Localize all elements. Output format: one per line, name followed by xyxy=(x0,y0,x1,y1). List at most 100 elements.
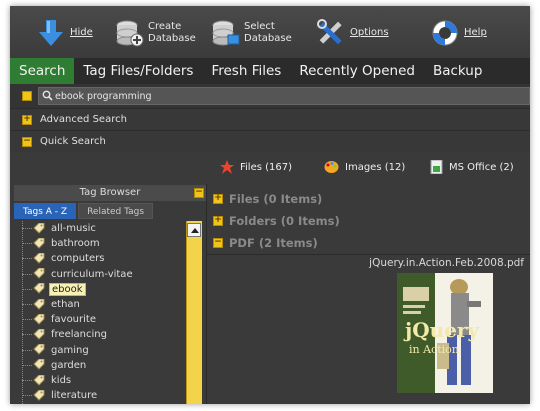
expand-icon[interactable]: + xyxy=(213,194,223,204)
expand-icon[interactable]: + xyxy=(22,115,32,125)
filter-ms-office-label: MS Office (2) xyxy=(449,161,514,173)
palette-icon xyxy=(324,161,339,173)
app-window: Hide Create Database Select Database Opt… xyxy=(10,6,530,404)
advanced-search-label: Advanced Search xyxy=(40,114,127,125)
filter-files[interactable]: Files (167) xyxy=(220,160,292,174)
tree-branch xyxy=(22,380,32,381)
book-cover-thumbnail[interactable]: jQuery in Action xyxy=(397,273,493,393)
cover-subtitle: in Action xyxy=(409,343,459,356)
filter-images-label: Images (12) xyxy=(345,161,406,173)
search-input[interactable] xyxy=(55,89,515,103)
tag-label: computers xyxy=(51,253,105,265)
tree-branch xyxy=(22,364,32,366)
tag-label: favourite xyxy=(51,314,96,326)
tag-item[interactable]: all-music xyxy=(14,221,98,236)
filter-ms-office[interactable]: MS Office (2) xyxy=(430,160,514,174)
tab-tag-files-folders[interactable]: Tag Files/Folders xyxy=(74,58,202,84)
filter-images[interactable]: Images (12) xyxy=(324,160,405,174)
group-folders-label: Folders (0 Items) xyxy=(229,214,340,228)
group-files-label: Files (0 Items) xyxy=(229,192,323,206)
tab-search[interactable]: Search xyxy=(10,58,75,84)
tag-item[interactable]: literature xyxy=(14,388,99,403)
hide-button[interactable]: Hide xyxy=(36,16,93,50)
scroll-up-button[interactable] xyxy=(187,223,201,237)
tag-label: freelancing xyxy=(51,329,107,341)
down-arrow-icon xyxy=(39,20,63,46)
select-database-label-2: Database xyxy=(244,33,292,44)
magnifier-icon xyxy=(42,90,53,101)
group-folders[interactable]: + Folders (0 Items) xyxy=(213,211,340,231)
tree-branch xyxy=(22,349,32,351)
cover-title: jQuery xyxy=(403,318,480,342)
tag-item[interactable]: favourite xyxy=(14,312,98,327)
search-box[interactable] xyxy=(38,87,530,105)
tree-branch xyxy=(22,243,32,245)
tree-branch xyxy=(22,395,32,397)
tag-icon xyxy=(33,252,45,264)
group-files[interactable]: + Files (0 Items) xyxy=(213,189,322,209)
create-database-button[interactable]: Create Database xyxy=(114,16,196,50)
tag-icon xyxy=(33,298,45,310)
tag-item[interactable]: ethan xyxy=(14,297,82,312)
options-label: Options xyxy=(350,27,389,38)
tag-icon xyxy=(33,283,45,295)
filter-files-label: Files (167) xyxy=(240,161,293,173)
tag-item[interactable]: computers xyxy=(14,251,106,266)
vertical-scrollbar[interactable] xyxy=(186,221,202,404)
select-database-label-1: Select xyxy=(244,21,275,32)
search-bar-row xyxy=(10,84,530,108)
tab-fresh-files[interactable]: Fresh Files xyxy=(202,58,290,84)
tag-label: ethan xyxy=(51,299,80,310)
tag-icon xyxy=(33,222,45,234)
tag-icon xyxy=(33,374,45,386)
collapse-icon[interactable]: − xyxy=(213,238,223,248)
quick-search-row[interactable]: − Quick Search xyxy=(10,130,530,152)
tag-tree: all-music bathroom computers curriculum-vit… xyxy=(14,221,180,404)
tree-branch xyxy=(22,288,32,290)
tree-branch xyxy=(22,319,32,321)
tag-item[interactable]: curriculum-vitae xyxy=(14,267,135,282)
tag-item[interactable]: garden xyxy=(14,358,88,373)
tag-item[interactable]: kids xyxy=(14,373,73,388)
tag-item[interactable]: freelancing xyxy=(14,327,109,342)
main-tabs: Search Tag Files/Folders Fresh Files Rec… xyxy=(10,58,530,84)
select-database-button[interactable]: Select Database xyxy=(210,16,292,50)
tree-branch xyxy=(22,228,32,229)
divider xyxy=(207,254,530,255)
tag-item[interactable]: gaming xyxy=(14,343,91,358)
tag-icon xyxy=(33,237,45,249)
help-button[interactable]: Help xyxy=(430,16,487,50)
tag-item[interactable]: ebook xyxy=(14,282,86,297)
lifebuoy-icon xyxy=(432,20,458,46)
collapse-icon[interactable]: − xyxy=(194,188,204,198)
office-icon xyxy=(430,160,443,174)
tag-item[interactable]: bathroom xyxy=(14,236,102,251)
help-label: Help xyxy=(464,27,487,38)
tag-icon xyxy=(33,268,45,279)
result-file-name[interactable]: jQuery.in.Action.Feb.2008.pdf xyxy=(369,257,524,269)
tab-tags-a-z[interactable]: Tags A - Z xyxy=(14,203,77,219)
database-select-icon xyxy=(212,20,240,46)
options-button[interactable]: Options xyxy=(316,16,389,50)
tree-branch xyxy=(22,273,32,275)
tag-icon xyxy=(33,359,45,371)
tools-icon xyxy=(317,19,342,45)
tag-label: all-music xyxy=(51,223,96,234)
group-pdf[interactable]: − PDF (2 Items) xyxy=(213,233,318,253)
tab-related-tags[interactable]: Related Tags xyxy=(78,203,154,219)
create-database-label-2: Database xyxy=(148,33,196,44)
search-menu-icon[interactable] xyxy=(22,91,32,101)
tree-branch xyxy=(22,258,32,260)
tag-icon xyxy=(33,328,45,340)
tag-icon xyxy=(33,313,45,325)
expand-icon[interactable]: + xyxy=(213,216,223,226)
collapse-icon[interactable]: − xyxy=(22,137,32,147)
tab-backup[interactable]: Backup xyxy=(424,58,492,84)
tab-recently-opened[interactable]: Recently Opened xyxy=(290,58,424,84)
advanced-search-row[interactable]: + Advanced Search xyxy=(10,108,530,130)
tag-label: bathroom xyxy=(51,238,100,250)
tag-label: curriculum-vitae xyxy=(51,268,133,280)
tag-label: literature xyxy=(51,390,98,402)
tag-icon xyxy=(33,389,45,401)
tag-browser-header: Tag Browser − xyxy=(14,185,206,201)
